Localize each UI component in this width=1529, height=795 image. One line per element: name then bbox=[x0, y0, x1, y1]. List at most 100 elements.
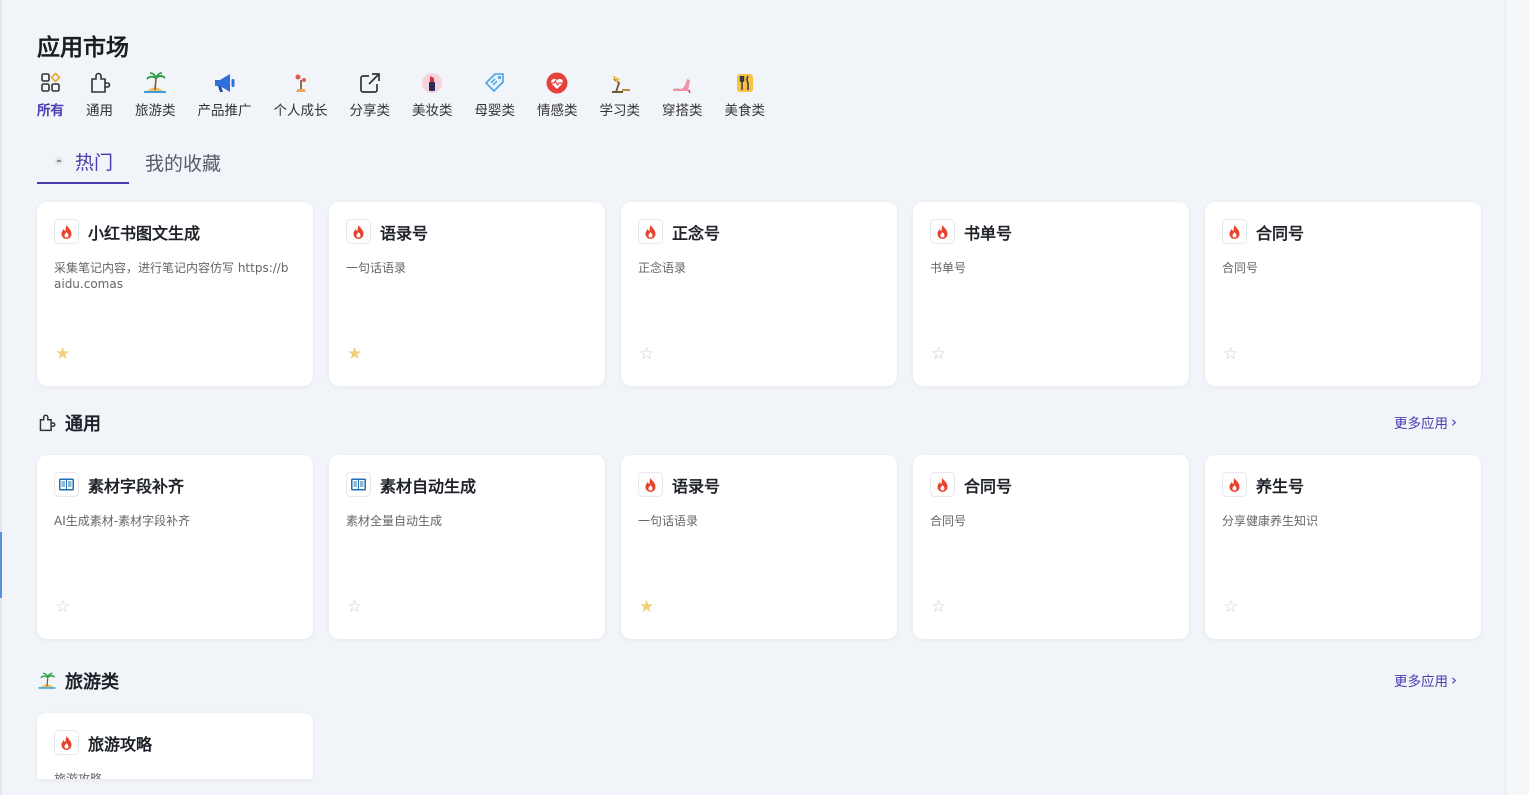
app-card-title: 合同号 bbox=[964, 477, 1013, 496]
app-card[interactable]: 养生号 分享健康养生知识 ☆ bbox=[1205, 455, 1481, 639]
category-label: 分享类 bbox=[349, 103, 391, 119]
favorite-star-icon[interactable]: ☆ bbox=[931, 599, 946, 616]
app-card[interactable]: 正念号 正念语录 ☆ bbox=[621, 202, 897, 386]
book-icon bbox=[346, 472, 371, 497]
flame-icon bbox=[638, 472, 663, 497]
favorite-star-icon[interactable]: ★ bbox=[639, 599, 654, 616]
favorite-star-icon[interactable]: ☆ bbox=[1223, 346, 1238, 363]
favorite-star-icon[interactable]: ☆ bbox=[639, 346, 654, 363]
category-bar: 所有 通用 旅游类 产品推广 个人成长 分享类 美妆类 母婴类 情感类 学习类 … bbox=[37, 70, 787, 119]
favorite-star-icon[interactable]: ★ bbox=[55, 346, 70, 363]
category-label: 旅游类 bbox=[135, 103, 176, 119]
page-title: 应用市场 bbox=[37, 35, 129, 61]
app-card-description: 素材全量自动生成 bbox=[346, 514, 443, 528]
tab-favorites[interactable]: 我的收藏 bbox=[129, 140, 237, 184]
tab-hot[interactable]: 热门 bbox=[37, 140, 130, 184]
sprout-icon bbox=[288, 70, 314, 96]
app-card-title: 小红书图文生成 bbox=[88, 224, 201, 243]
app-card-title: 语录号 bbox=[380, 224, 429, 243]
category-all[interactable]: 所有 bbox=[37, 70, 64, 119]
puzzle-icon bbox=[37, 413, 57, 433]
general-card-grid: 素材字段补齐 AI生成素材-素材字段补齐 ☆ 素材自动生成 素材全量自动生成 ☆… bbox=[37, 455, 1481, 639]
favorite-star-icon[interactable]: ☆ bbox=[55, 599, 70, 616]
grid-icon bbox=[38, 70, 64, 96]
category-share[interactable]: 分享类 bbox=[349, 70, 391, 119]
flame-icon bbox=[638, 219, 663, 244]
category-label: 美食类 bbox=[724, 103, 766, 119]
app-card[interactable]: 合同号 合同号 ☆ bbox=[1205, 202, 1481, 386]
favorite-star-icon[interactable]: ★ bbox=[347, 346, 362, 363]
app-card[interactable]: 素材字段补齐 AI生成素材-素材字段补齐 ☆ bbox=[37, 455, 313, 639]
flame-icon bbox=[1222, 219, 1247, 244]
app-card-description: 一句话语录 bbox=[346, 261, 407, 275]
category-growth[interactable]: 个人成长 bbox=[274, 70, 328, 119]
app-market-page: 应用市场 所有 通用 旅游类 产品推广 个人成长 分享类 美妆类 母婴类 情感类… bbox=[0, 0, 1505, 795]
app-card[interactable]: 素材自动生成 素材全量自动生成 ☆ bbox=[329, 455, 605, 639]
chevron-right-icon: › bbox=[1451, 671, 1457, 689]
category-label: 学习类 bbox=[599, 103, 641, 119]
flame-icon bbox=[54, 219, 79, 244]
app-card-title: 养生号 bbox=[1256, 477, 1305, 496]
category-fashion[interactable]: 穿搭类 bbox=[662, 70, 703, 119]
app-card[interactable]: 书单号 书单号 ☆ bbox=[913, 202, 1189, 386]
app-card[interactable]: 合同号 合同号 ☆ bbox=[913, 455, 1189, 639]
tab-bar: 热门 我的收藏 bbox=[37, 140, 237, 186]
section-title: 通用 bbox=[65, 414, 101, 435]
app-card-title: 语录号 bbox=[672, 477, 721, 496]
tab-hot-icon bbox=[55, 157, 63, 165]
app-card[interactable]: 小红书图文生成 采集笔记内容，进行笔记内容仿写 https://baidu.co… bbox=[37, 202, 313, 386]
flame-icon bbox=[1222, 472, 1247, 497]
lipstick-icon bbox=[419, 70, 445, 96]
cutlery-icon bbox=[732, 70, 758, 96]
app-card-description: 采集笔记内容，进行笔记内容仿写 https://baidu.comas bbox=[54, 261, 289, 291]
favorite-star-icon[interactable]: ☆ bbox=[347, 599, 362, 616]
category-label: 通用 bbox=[86, 103, 113, 119]
category-beauty[interactable]: 美妆类 bbox=[412, 70, 453, 119]
category-study[interactable]: 学习类 bbox=[599, 70, 641, 119]
section-general-header: 通用 bbox=[37, 410, 101, 436]
island-icon bbox=[37, 671, 57, 691]
app-card[interactable]: 语录号 一句话语录 ★ bbox=[621, 455, 897, 639]
category-travel[interactable]: 旅游类 bbox=[135, 70, 176, 119]
tab-label: 我的收藏 bbox=[145, 152, 222, 175]
app-card-title: 合同号 bbox=[1256, 224, 1305, 243]
app-card[interactable]: 语录号 一句话语录 ★ bbox=[329, 202, 605, 386]
travel-card-grid: 旅游攻略 旅游攻略 bbox=[37, 713, 313, 779]
app-card-title: 旅游攻略 bbox=[88, 735, 153, 754]
more-apps-label: 更多应用 bbox=[1394, 416, 1448, 432]
book-icon bbox=[54, 472, 79, 497]
flame-icon bbox=[930, 472, 955, 497]
category-food[interactable]: 美食类 bbox=[724, 70, 766, 119]
category-label: 个人成长 bbox=[273, 103, 328, 119]
megaphone-icon bbox=[212, 70, 238, 96]
flame-icon bbox=[346, 219, 371, 244]
tag-icon bbox=[482, 70, 508, 96]
scrollbar-track[interactable] bbox=[1505, 0, 1529, 795]
category-general[interactable]: 通用 bbox=[86, 70, 113, 119]
category-emotion[interactable]: 情感类 bbox=[537, 70, 578, 119]
category-promotion[interactable]: 产品推广 bbox=[198, 70, 252, 119]
app-card-title: 书单号 bbox=[964, 224, 1013, 243]
puzzle-icon bbox=[87, 70, 113, 96]
category-label: 产品推广 bbox=[197, 103, 252, 119]
category-baby[interactable]: 母婴类 bbox=[474, 70, 516, 119]
category-label: 母婴类 bbox=[474, 103, 516, 119]
app-card-description: AI生成素材-素材字段补齐 bbox=[54, 514, 191, 528]
app-card-title: 素材自动生成 bbox=[380, 477, 477, 496]
app-card-title: 正念号 bbox=[672, 224, 721, 243]
favorite-star-icon[interactable]: ☆ bbox=[1223, 599, 1238, 616]
more-apps-label: 更多应用 bbox=[1394, 674, 1448, 690]
more-apps-link[interactable]: 更多应用 › bbox=[1394, 412, 1457, 432]
app-card-description: 一句话语录 bbox=[638, 514, 699, 528]
app-card-description: 分享健康养生知识 bbox=[1222, 514, 1319, 528]
app-card-description: 旅游攻略 bbox=[54, 772, 103, 779]
lamp-icon bbox=[607, 70, 633, 96]
scroll-indicator bbox=[0, 532, 2, 598]
app-card-description: 书单号 bbox=[930, 261, 967, 275]
hot-card-grid: 小红书图文生成 采集笔记内容，进行笔记内容仿写 https://baidu.co… bbox=[37, 202, 1481, 386]
favorite-star-icon[interactable]: ☆ bbox=[931, 346, 946, 363]
app-card[interactable]: 旅游攻略 旅游攻略 bbox=[37, 713, 313, 779]
more-apps-link[interactable]: 更多应用 › bbox=[1394, 670, 1457, 690]
flame-icon bbox=[930, 219, 955, 244]
app-card-description: 正念语录 bbox=[638, 261, 687, 275]
